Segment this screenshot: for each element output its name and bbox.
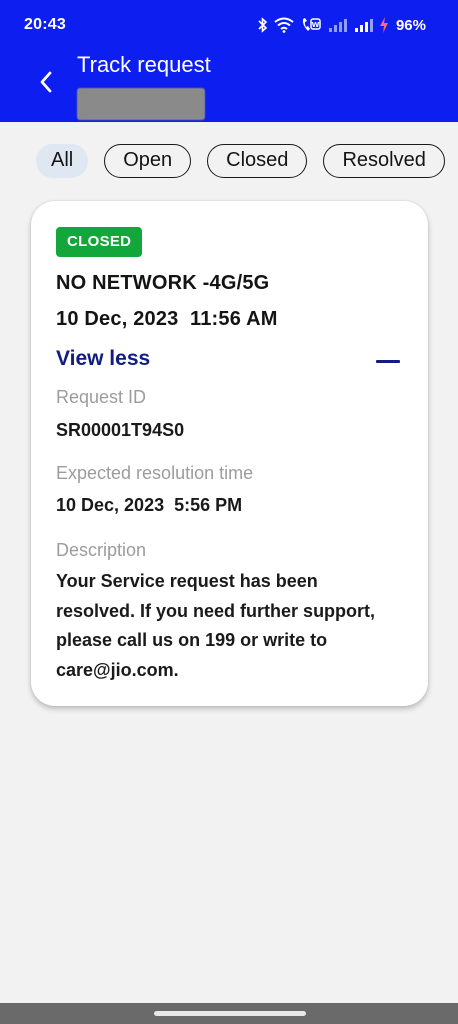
back-button[interactable] <box>28 64 64 100</box>
page-title: Track request <box>77 52 211 77</box>
app-header: Track request <box>0 52 458 122</box>
battery-percentage: 96% <box>395 16 426 34</box>
filter-chips: All Open Closed Resolved <box>36 144 445 178</box>
status-icons: W 96% <box>258 14 426 36</box>
request-date: 10 Dec, 2023 11:56 AM <box>56 308 278 330</box>
minus-icon <box>376 360 400 363</box>
chevron-left-icon <box>40 71 52 93</box>
wifi-icon <box>274 17 294 33</box>
home-gesture-handle[interactable] <box>154 1011 306 1016</box>
collapse-button[interactable] <box>376 356 400 368</box>
view-less-link[interactable]: View less <box>56 347 150 371</box>
request-id-label: Request ID <box>56 387 147 407</box>
status-badge: CLOSED <box>56 227 143 257</box>
filter-chip-resolved[interactable]: Resolved <box>323 144 445 178</box>
expected-resolution-value: 10 Dec, 2023 5:56 PM <box>56 495 243 515</box>
filter-chip-closed[interactable]: Closed <box>207 144 308 178</box>
description-label: Description <box>56 540 147 560</box>
signal-icon <box>354 19 373 32</box>
redacted-phone-number <box>77 88 205 120</box>
filter-chip-all[interactable]: All <box>36 144 89 178</box>
system-nav-bar <box>0 1003 458 1024</box>
request-id-value: SR00001T94S0 <box>56 420 185 440</box>
request-card: CLOSED NO NETWORK -4G/5G 10 Dec, 2023 11… <box>31 201 428 706</box>
description-text: Your Service request has been resolved. … <box>56 571 376 680</box>
filter-chip-open[interactable]: Open <box>104 144 192 178</box>
signal-icon <box>328 19 347 32</box>
status-bar: 20:43 W 96% <box>0 0 458 52</box>
bluetooth-icon <box>258 17 268 33</box>
expected-resolution-label: Expected resolution time <box>56 463 254 483</box>
status-time: 20:43 <box>24 16 66 33</box>
charging-icon <box>379 17 388 33</box>
request-title: NO NETWORK -4G/5G <box>56 272 270 294</box>
svg-text:W: W <box>312 21 320 29</box>
volte-call-icon: W <box>302 18 321 31</box>
